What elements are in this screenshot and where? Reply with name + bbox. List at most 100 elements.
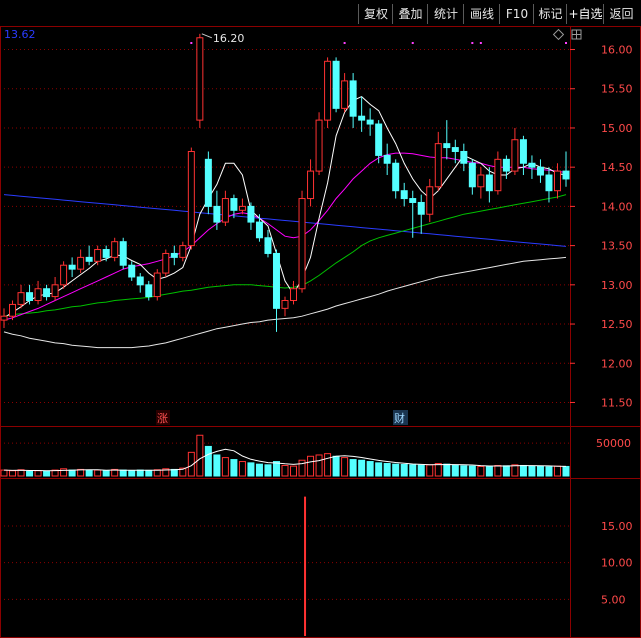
toolbar-button-5[interactable]: 标记 [533,4,567,24]
candle[interactable] [417,194,425,234]
candle-body [485,174,493,192]
volume-bar [511,464,519,477]
signal-dot [343,42,346,44]
volume-bar [213,454,221,477]
candle[interactable] [536,159,544,183]
candle[interactable] [519,135,527,176]
candle-body [111,241,119,258]
candle[interactable] [477,167,485,199]
candle[interactable] [170,245,178,266]
price-tick-label: 15.00 [601,122,633,135]
candle-body [187,150,195,247]
candle[interactable] [553,163,561,199]
candle-body [204,158,212,207]
candle[interactable] [230,194,238,219]
candle[interactable] [332,57,340,113]
candle[interactable] [238,198,246,215]
candle-body [324,60,332,121]
candle[interactable] [204,151,212,215]
candle[interactable] [77,249,85,274]
candle-body [128,264,136,278]
candle[interactable] [494,151,502,195]
volume-bar [349,459,357,477]
toolbar-button-2[interactable]: 统计 [427,4,464,24]
candle[interactable] [43,284,51,301]
event-tag-limit-up[interactable]: 涨 [156,410,170,425]
candle[interactable] [187,147,195,250]
price-axis: 16.00 15.50 15.00 14.50 14.00 13.50 13.00 12.50… [570,44,633,409]
ma250-line [3,194,567,247]
candle[interactable] [213,190,221,230]
candle[interactable] [247,202,255,230]
candle[interactable] [324,57,332,128]
candle[interactable] [17,284,25,309]
candle[interactable] [528,155,536,179]
candle[interactable] [85,245,93,266]
candle[interactable] [349,73,357,128]
candle[interactable] [460,143,468,172]
candle[interactable] [162,249,170,277]
toolbar-button-3[interactable]: 画线 [463,4,500,24]
candle[interactable] [307,159,315,207]
volume-bar [519,464,527,477]
candle[interactable] [298,190,306,293]
candlesticks[interactable] [0,33,570,332]
candle[interactable] [136,273,144,293]
toolbar-button-0[interactable]: 复权 [358,4,393,24]
volume-bar [255,463,263,477]
volume-bar [434,463,442,477]
candle[interactable] [290,280,298,305]
toolbar-button-4[interactable]: F10 [499,4,534,24]
candle[interactable] [562,151,570,187]
candle[interactable] [60,261,68,289]
candle[interactable] [434,131,442,191]
grid-icon[interactable] [571,29,582,40]
candle[interactable] [221,190,229,226]
candle-body [332,60,340,109]
candle[interactable] [102,245,110,262]
candle[interactable] [468,159,476,195]
candle[interactable] [179,241,187,262]
indicator-tick-label: 15.00 [601,520,633,533]
diamond-icon[interactable] [552,28,565,41]
price-grid [0,49,570,403]
toolbar-button-6[interactable]: +自选 [566,4,604,24]
candle[interactable] [426,178,434,223]
event-tag-finance[interactable]: 财 [393,410,408,425]
volume-bar [238,461,246,477]
kline-chart[interactable]: 16.00 15.50 15.00 14.50 14.00 13.50 13.00 12.50… [0,0,641,638]
candle[interactable] [111,237,119,262]
candle[interactable] [153,269,161,301]
candle[interactable] [443,120,451,160]
candle[interactable] [281,296,289,317]
candle-body [264,237,272,254]
candle[interactable] [315,112,323,176]
volume-bar [0,469,8,477]
candle[interactable] [358,96,366,132]
candle-body [307,170,315,200]
candle[interactable] [0,308,8,328]
volume-bar [136,469,144,477]
candle[interactable] [383,143,391,176]
candle-body [77,256,85,270]
volume-bar [307,455,315,477]
candle[interactable] [128,261,136,281]
candle[interactable] [51,276,59,301]
candle[interactable] [119,237,127,270]
volume-bar [426,464,434,477]
candle[interactable] [341,73,349,113]
candle[interactable] [545,167,553,203]
candle[interactable] [68,257,76,277]
candle[interactable] [94,245,102,266]
candle-body [85,256,93,262]
toolbar-button-1[interactable]: 叠加 [392,4,428,24]
candle-body [349,80,357,117]
candle[interactable] [196,33,204,128]
toolbar-button-7[interactable]: 返回 [603,4,639,24]
candle[interactable] [511,127,519,176]
candle[interactable] [366,108,374,136]
candle[interactable] [400,182,408,207]
indicator-axis: 15.00 10.00 5.00 [0,520,633,606]
candle[interactable] [409,190,417,238]
candle[interactable] [392,159,400,199]
